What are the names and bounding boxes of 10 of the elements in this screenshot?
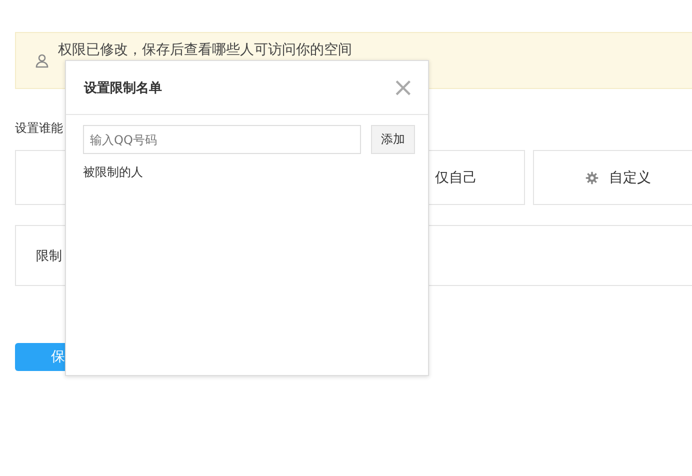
dialog-title: 设置限制名单 bbox=[84, 80, 162, 96]
add-button[interactable]: 添加 bbox=[371, 125, 415, 154]
restriction-label: 限制 bbox=[36, 248, 62, 264]
gear-icon bbox=[585, 170, 599, 184]
list-label: 被限制的人 bbox=[83, 164, 144, 181]
notice-text: 权限已修改，保存后查看哪些人可访问你的空间 bbox=[58, 40, 352, 58]
option-card[interactable]: 自定义 bbox=[533, 150, 692, 205]
person-icon bbox=[34, 52, 50, 68]
qq-input-field[interactable]: 输入QQ号码 bbox=[83, 125, 361, 154]
section-label: 设置谁能 bbox=[15, 120, 64, 136]
